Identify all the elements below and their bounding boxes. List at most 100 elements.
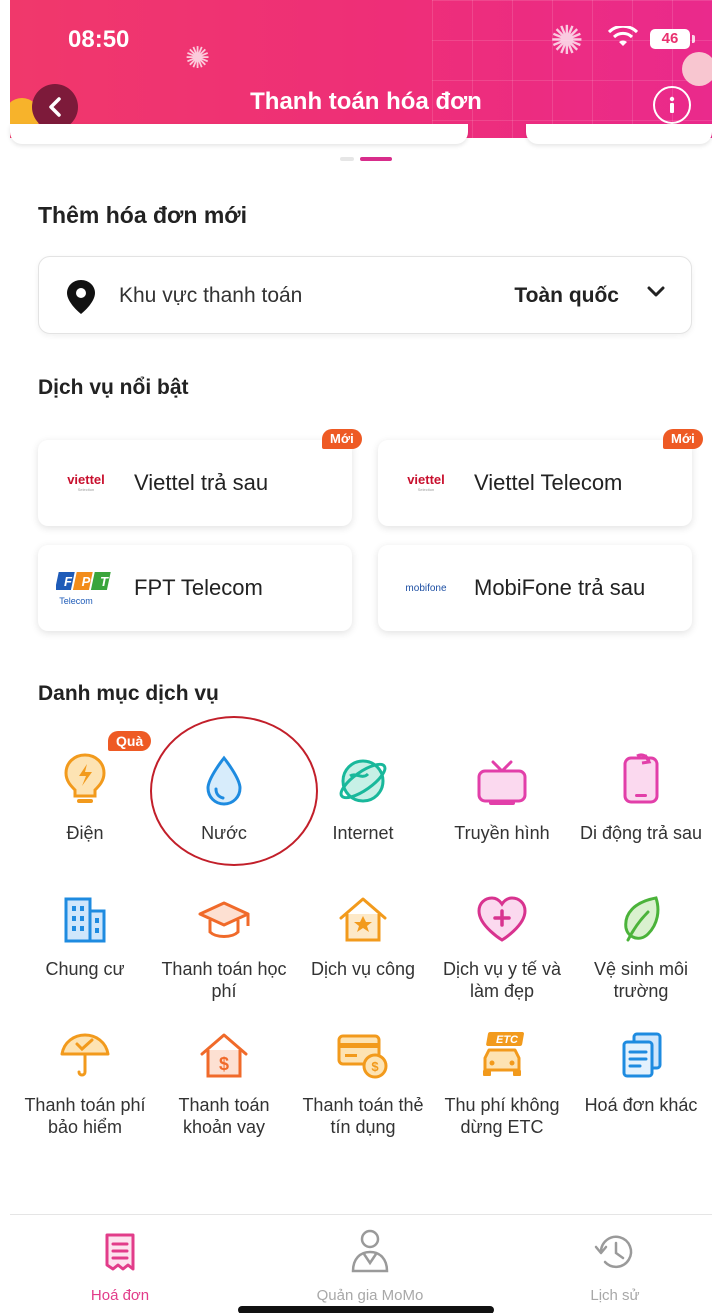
- category-insurance[interactable]: Thanh toán phí bảo hiểm: [16, 1020, 154, 1138]
- svg-text:ETC: ETC: [496, 1034, 519, 1046]
- category-label: Thanh toán học phí: [161, 959, 287, 1001]
- umbrella-icon: [60, 1033, 110, 1077]
- featured-card-mobifone[interactable]: mobifone MobiFone trả sau: [378, 545, 692, 631]
- status-time: 08:50: [68, 26, 130, 53]
- featured-card-name: MobiFone trả sau: [474, 575, 646, 600]
- info-icon: [669, 96, 675, 113]
- add-bill-title: Thêm hóa đơn mới: [38, 202, 248, 228]
- category-label: Truyền hình: [454, 823, 550, 843]
- health-icon: [477, 896, 527, 942]
- svg-text:$: $: [219, 1054, 229, 1074]
- building-icon: [64, 897, 106, 943]
- page-title: Thanh toán hóa đơn: [250, 88, 482, 115]
- history-icon: [594, 1235, 633, 1269]
- category-tuition[interactable]: Thanh toán học phí: [155, 884, 293, 1002]
- nav-tab-bills[interactable]: Hoá đơn: [20, 1215, 220, 1304]
- leaf-icon: [624, 896, 660, 942]
- svg-text:Selection: Selection: [78, 487, 94, 492]
- category-label: Điện: [66, 823, 104, 843]
- category-label: Chung cư: [45, 959, 125, 979]
- featured-card-viettel-postpaid[interactable]: viettel Selection Viettel trả sau: [38, 440, 352, 526]
- category-credit-card[interactable]: $ Thanh toán thẻ tín dụng: [294, 1020, 432, 1138]
- categories-title: Danh mục dịch vụ: [38, 682, 219, 705]
- credit-card-icon: $: [337, 1034, 388, 1079]
- bottom-navigation: Hoá đơn Quản gia MoMo Lịch sử: [10, 1214, 712, 1313]
- pager-dot[interactable]: [340, 157, 354, 161]
- category-etc-toll[interactable]: ETC Thu phí không dừng ETC: [433, 1020, 571, 1138]
- featured-card-name: Viettel trả sau: [134, 470, 269, 495]
- other-bills-icon: [622, 1032, 662, 1078]
- category-label: Thanh toán thẻ tín dụng: [302, 1095, 424, 1137]
- graduation-icon: [198, 901, 250, 938]
- firework-decoration: ✺: [185, 42, 211, 75]
- flower-decoration: [682, 52, 712, 86]
- firework-decoration: ✺: [550, 19, 584, 63]
- svg-text:T: T: [100, 574, 109, 589]
- nav-tab-history[interactable]: Lịch sử: [515, 1215, 712, 1304]
- svg-text:viettel: viettel: [407, 473, 445, 487]
- location-pin-icon: [67, 280, 95, 314]
- bulb-icon: [64, 753, 106, 803]
- new-badge: Mới: [322, 429, 362, 449]
- category-label: Dịch vụ công: [310, 959, 416, 979]
- category-apartment[interactable]: Chung cư: [16, 884, 154, 980]
- category-label: Thu phí không dừng ETC: [444, 1095, 560, 1137]
- mobile-icon: [623, 753, 659, 804]
- app-header: ✺ ✺ 08:50 46 Thanh toán hóa đơn: [10, 0, 712, 138]
- payment-area-selector[interactable]: Khu vực thanh toán Toàn quốc: [38, 256, 692, 334]
- nav-label: Lịch sử: [590, 1287, 640, 1304]
- category-sanitation[interactable]: Vệ sinh môi trường: [572, 884, 710, 1002]
- mobifone-logo: mobifone: [396, 545, 456, 631]
- fpt-logo: F P T Telecom: [56, 545, 116, 631]
- svg-text:$: $: [371, 1059, 379, 1074]
- nav-tab-momo-butler[interactable]: Quản gia MoMo: [270, 1215, 470, 1304]
- banner-card-peek: [526, 124, 712, 144]
- highlight-circle-annotation: [150, 716, 318, 866]
- banner-card-peek: [10, 124, 468, 144]
- nav-label: Quản gia MoMo: [316, 1287, 424, 1304]
- nav-label: Hoá đơn: [90, 1287, 150, 1304]
- viettel-logo: viettel Selection: [56, 440, 116, 526]
- chevron-down-icon: [647, 286, 665, 297]
- category-loan[interactable]: $ Thanh toán khoản vay: [155, 1020, 293, 1138]
- category-label: Di động trả sau: [579, 823, 703, 843]
- category-label: Vệ sinh môi trường: [593, 959, 689, 1001]
- svg-text:viettel: viettel: [67, 473, 105, 487]
- category-label: Dịch vụ y tế và làm đẹp: [442, 959, 562, 1001]
- public-service-icon: [339, 897, 387, 942]
- viettel-logo: viettel Selection: [396, 440, 456, 526]
- featured-card-name: Viettel Telecom: [474, 470, 623, 495]
- category-mobile-postpaid[interactable]: Di động trả sau: [572, 748, 710, 844]
- area-value: Toàn quốc: [514, 284, 619, 307]
- category-label: Thanh toán phí bảo hiểm: [24, 1095, 146, 1137]
- pager-dot-active[interactable]: [360, 157, 392, 161]
- featured-card-name: FPT Telecom: [134, 575, 263, 600]
- gift-badge: Quà: [108, 731, 152, 751]
- info-button[interactable]: [653, 86, 691, 124]
- banner-pager: [340, 157, 392, 161]
- bill-icon: [105, 1233, 135, 1271]
- tv-icon: [477, 760, 527, 805]
- svg-text:P: P: [82, 574, 91, 589]
- featured-card-viettel-telecom[interactable]: viettel Selection Viettel Telecom: [378, 440, 692, 526]
- category-label: Thanh toán khoản vay: [178, 1095, 270, 1137]
- area-label: Khu vực thanh toán: [119, 284, 303, 307]
- svg-text:F: F: [64, 574, 73, 589]
- category-other-bills[interactable]: Hoá đơn khác: [572, 1020, 710, 1116]
- battery-indicator: 46: [650, 29, 695, 49]
- category-label: Internet: [332, 823, 394, 843]
- svg-text:mobifone: mobifone: [405, 583, 447, 594]
- category-public-service[interactable]: Dịch vụ công: [294, 884, 432, 980]
- category-label: Hoá đơn khác: [584, 1095, 698, 1115]
- etc-icon: ETC: [483, 1032, 524, 1076]
- butler-icon: [351, 1229, 389, 1273]
- loan-icon: $: [200, 1033, 248, 1078]
- category-television[interactable]: Truyền hình: [433, 748, 571, 844]
- svg-text:Selection: Selection: [418, 487, 434, 492]
- category-health-beauty[interactable]: Dịch vụ y tế và làm đẹp: [433, 884, 571, 1002]
- featured-card-fpt-telecom[interactable]: F P T Telecom FPT Telecom: [38, 545, 352, 631]
- wifi-icon: [608, 26, 638, 46]
- featured-title: Dịch vụ nổi bật: [38, 376, 189, 399]
- globe-icon: [339, 759, 387, 803]
- category-electricity[interactable]: Điện: [16, 748, 154, 844]
